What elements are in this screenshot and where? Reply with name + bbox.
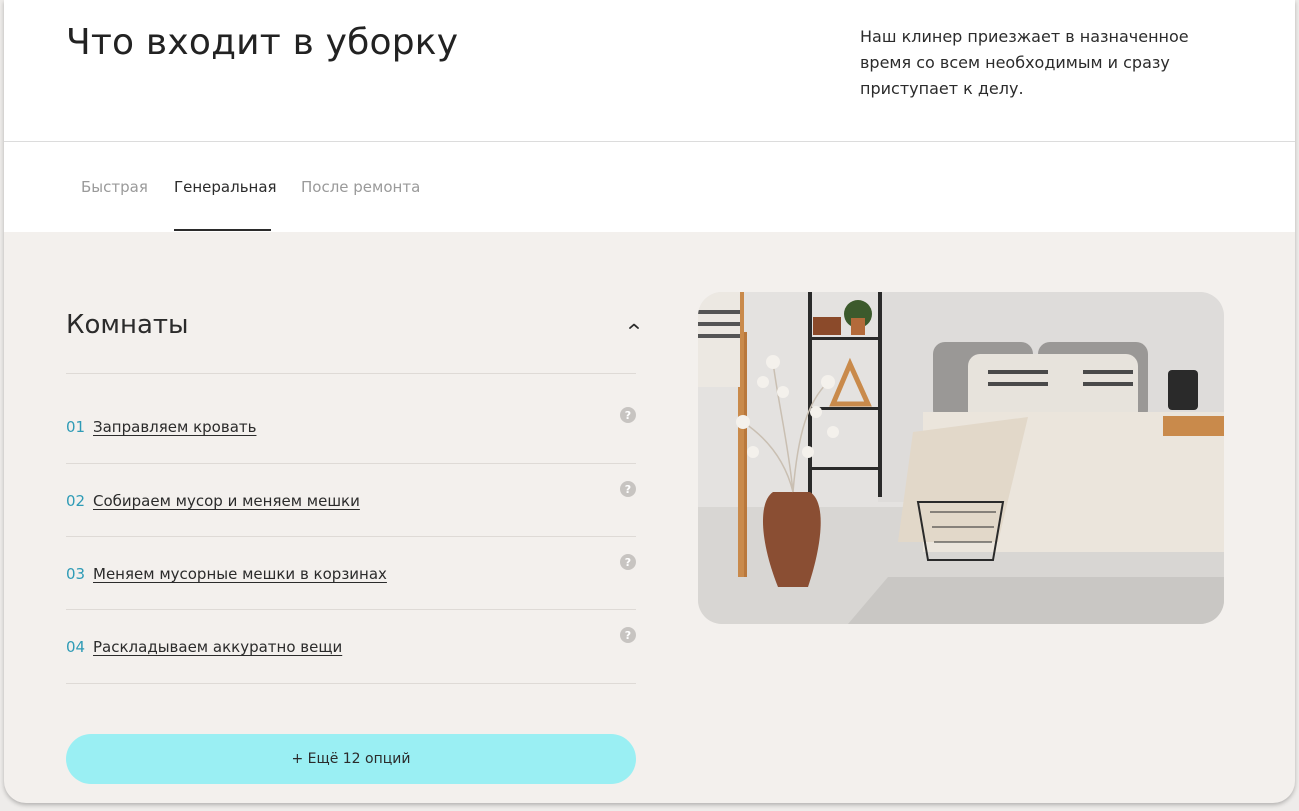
item-number: 02 — [66, 492, 86, 510]
list-item: 04 Раскладываем аккуратно вещи ? — [66, 627, 636, 659]
divider — [66, 463, 636, 464]
tab-quick[interactable]: Быстрая — [81, 178, 148, 196]
divider — [66, 683, 636, 684]
active-tab-indicator — [174, 229, 271, 231]
divider — [66, 536, 636, 537]
list-item: 02 Собираем мусор и меняем мешки ? — [66, 481, 636, 513]
question-circle-icon[interactable]: ? — [620, 554, 636, 570]
intro-text: Наш клинер приезжает в назначенное время… — [860, 27, 1189, 98]
divider — [66, 609, 636, 610]
bedroom-photo — [698, 292, 1224, 624]
question-circle-icon[interactable]: ? — [620, 407, 636, 423]
page-title: Что входит в уборку — [66, 22, 459, 63]
question-circle-icon[interactable]: ? — [620, 481, 636, 497]
item-label[interactable]: Раскладываем аккуратно вещи — [93, 638, 342, 656]
show-more-options-button[interactable]: + Ещё 12 опций — [66, 734, 636, 784]
header-panel: Что входит в уборку Наш клинер приезжает… — [4, 0, 1295, 232]
divider — [66, 373, 636, 374]
tab-after-renovation[interactable]: После ремонта — [301, 178, 420, 196]
section-title: Комнаты — [66, 310, 189, 340]
item-number: 04 — [66, 638, 86, 656]
item-number: 03 — [66, 565, 86, 583]
cleaning-info-card: Что входит в уборку Наш клинер приезжает… — [4, 0, 1295, 803]
collapse-button[interactable] — [624, 316, 644, 336]
item-label[interactable]: Меняем мусорные мешки в корзинах — [93, 565, 387, 583]
chevron-up-icon — [629, 323, 639, 329]
bedroom-illustration — [698, 292, 1224, 624]
item-number: 01 — [66, 418, 86, 436]
question-circle-icon[interactable]: ? — [620, 627, 636, 643]
list-item: 01 Заправляем кровать ? — [66, 407, 636, 439]
divider — [4, 141, 1295, 142]
item-label[interactable]: Собираем мусор и меняем мешки — [93, 492, 360, 510]
item-label[interactable]: Заправляем кровать — [93, 418, 256, 436]
tab-general[interactable]: Генеральная — [174, 178, 277, 196]
list-item: 03 Меняем мусорные мешки в корзинах ? — [66, 554, 636, 586]
